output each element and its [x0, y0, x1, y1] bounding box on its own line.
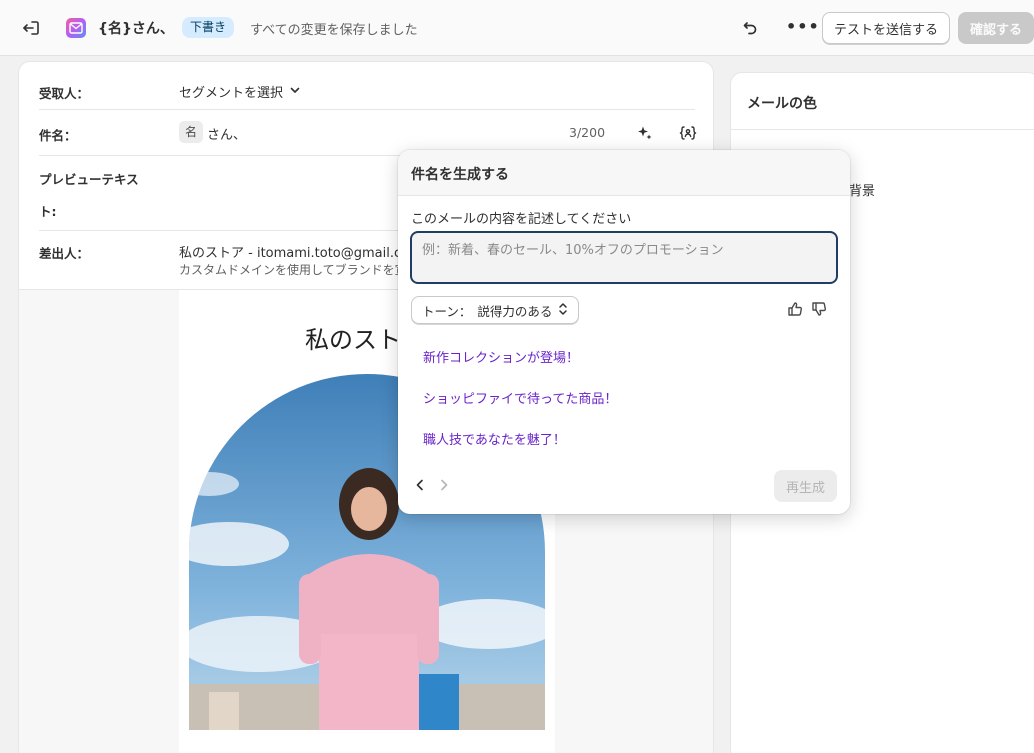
- recipient-label: 受取人：: [39, 86, 90, 101]
- status-badge: 下書き: [182, 17, 235, 38]
- sender-label: 差出人：: [39, 246, 90, 261]
- generate-subject-popover: 件名を生成する このメールの内容を記述してください トーン： 説得力のある 新作…: [398, 150, 850, 514]
- preview-text-label: プレビューテキスト:: [39, 172, 139, 219]
- tone-value: 説得力のある: [477, 303, 553, 319]
- subject-label: 件名：: [39, 128, 77, 143]
- exit-icon[interactable]: [20, 17, 42, 39]
- name-variable-chip[interactable]: 名: [179, 121, 204, 143]
- undo-icon[interactable]: [740, 17, 762, 39]
- suggestion-item[interactable]: 職人技であなたを魅了！: [423, 429, 566, 448]
- prompt-input[interactable]: [410, 231, 838, 284]
- send-test-button[interactable]: テストを送信する: [822, 12, 950, 44]
- more-actions-button[interactable]: •••: [786, 17, 819, 39]
- subject-input[interactable]: さん、: [207, 124, 246, 143]
- chevron-right-icon[interactable]: [436, 477, 452, 493]
- sender-select[interactable]: 私のストア - itomami.toto@gmail.com v: [179, 242, 434, 261]
- divider: [731, 129, 1034, 130]
- select-arrows-icon: [558, 302, 568, 319]
- segment-select-label: セグメントを選択: [179, 86, 284, 101]
- sparkle-icon[interactable]: [636, 124, 654, 142]
- tone-select[interactable]: トーン： 説得力のある: [411, 296, 580, 324]
- top-bar: {名}さん、 下書き すべての変更を保存しました ••• テストを送信する 確認…: [0, 0, 1034, 56]
- chevron-left-icon[interactable]: [412, 477, 428, 493]
- email-title: {名}さん、: [98, 21, 174, 37]
- email-app-icon: [66, 18, 86, 38]
- popover-header: 件名を生成する: [398, 150, 850, 196]
- thumbs-up-icon[interactable]: [786, 300, 804, 318]
- custom-domain-link[interactable]: カスタムドメインを使用してブランドを宣伝: [179, 261, 419, 278]
- confirm-button[interactable]: 確認する: [958, 12, 1034, 44]
- suggestion-item[interactable]: ショッピファイで待ってた商品！: [423, 388, 617, 407]
- prompt-label: このメールの内容を記述してください: [411, 212, 632, 227]
- email-colors-title: メールの色: [747, 96, 817, 112]
- save-status: すべての変更を保存しました: [250, 23, 418, 38]
- subject-char-counter: 3/200: [569, 125, 606, 140]
- thumbs-down-icon[interactable]: [810, 300, 828, 318]
- popover-title: 件名を生成する: [411, 167, 509, 183]
- regenerate-button[interactable]: 再生成: [774, 470, 837, 502]
- insert-variable-icon[interactable]: [679, 124, 697, 142]
- tone-label: トーン：: [422, 303, 472, 319]
- suggestion-item[interactable]: 新作コレクションが登場！: [423, 347, 579, 366]
- segment-select[interactable]: セグメントを選択: [179, 82, 301, 101]
- chevron-down-icon: [289, 84, 301, 100]
- recipient-row: 受取人： セグメントを選択: [39, 62, 695, 110]
